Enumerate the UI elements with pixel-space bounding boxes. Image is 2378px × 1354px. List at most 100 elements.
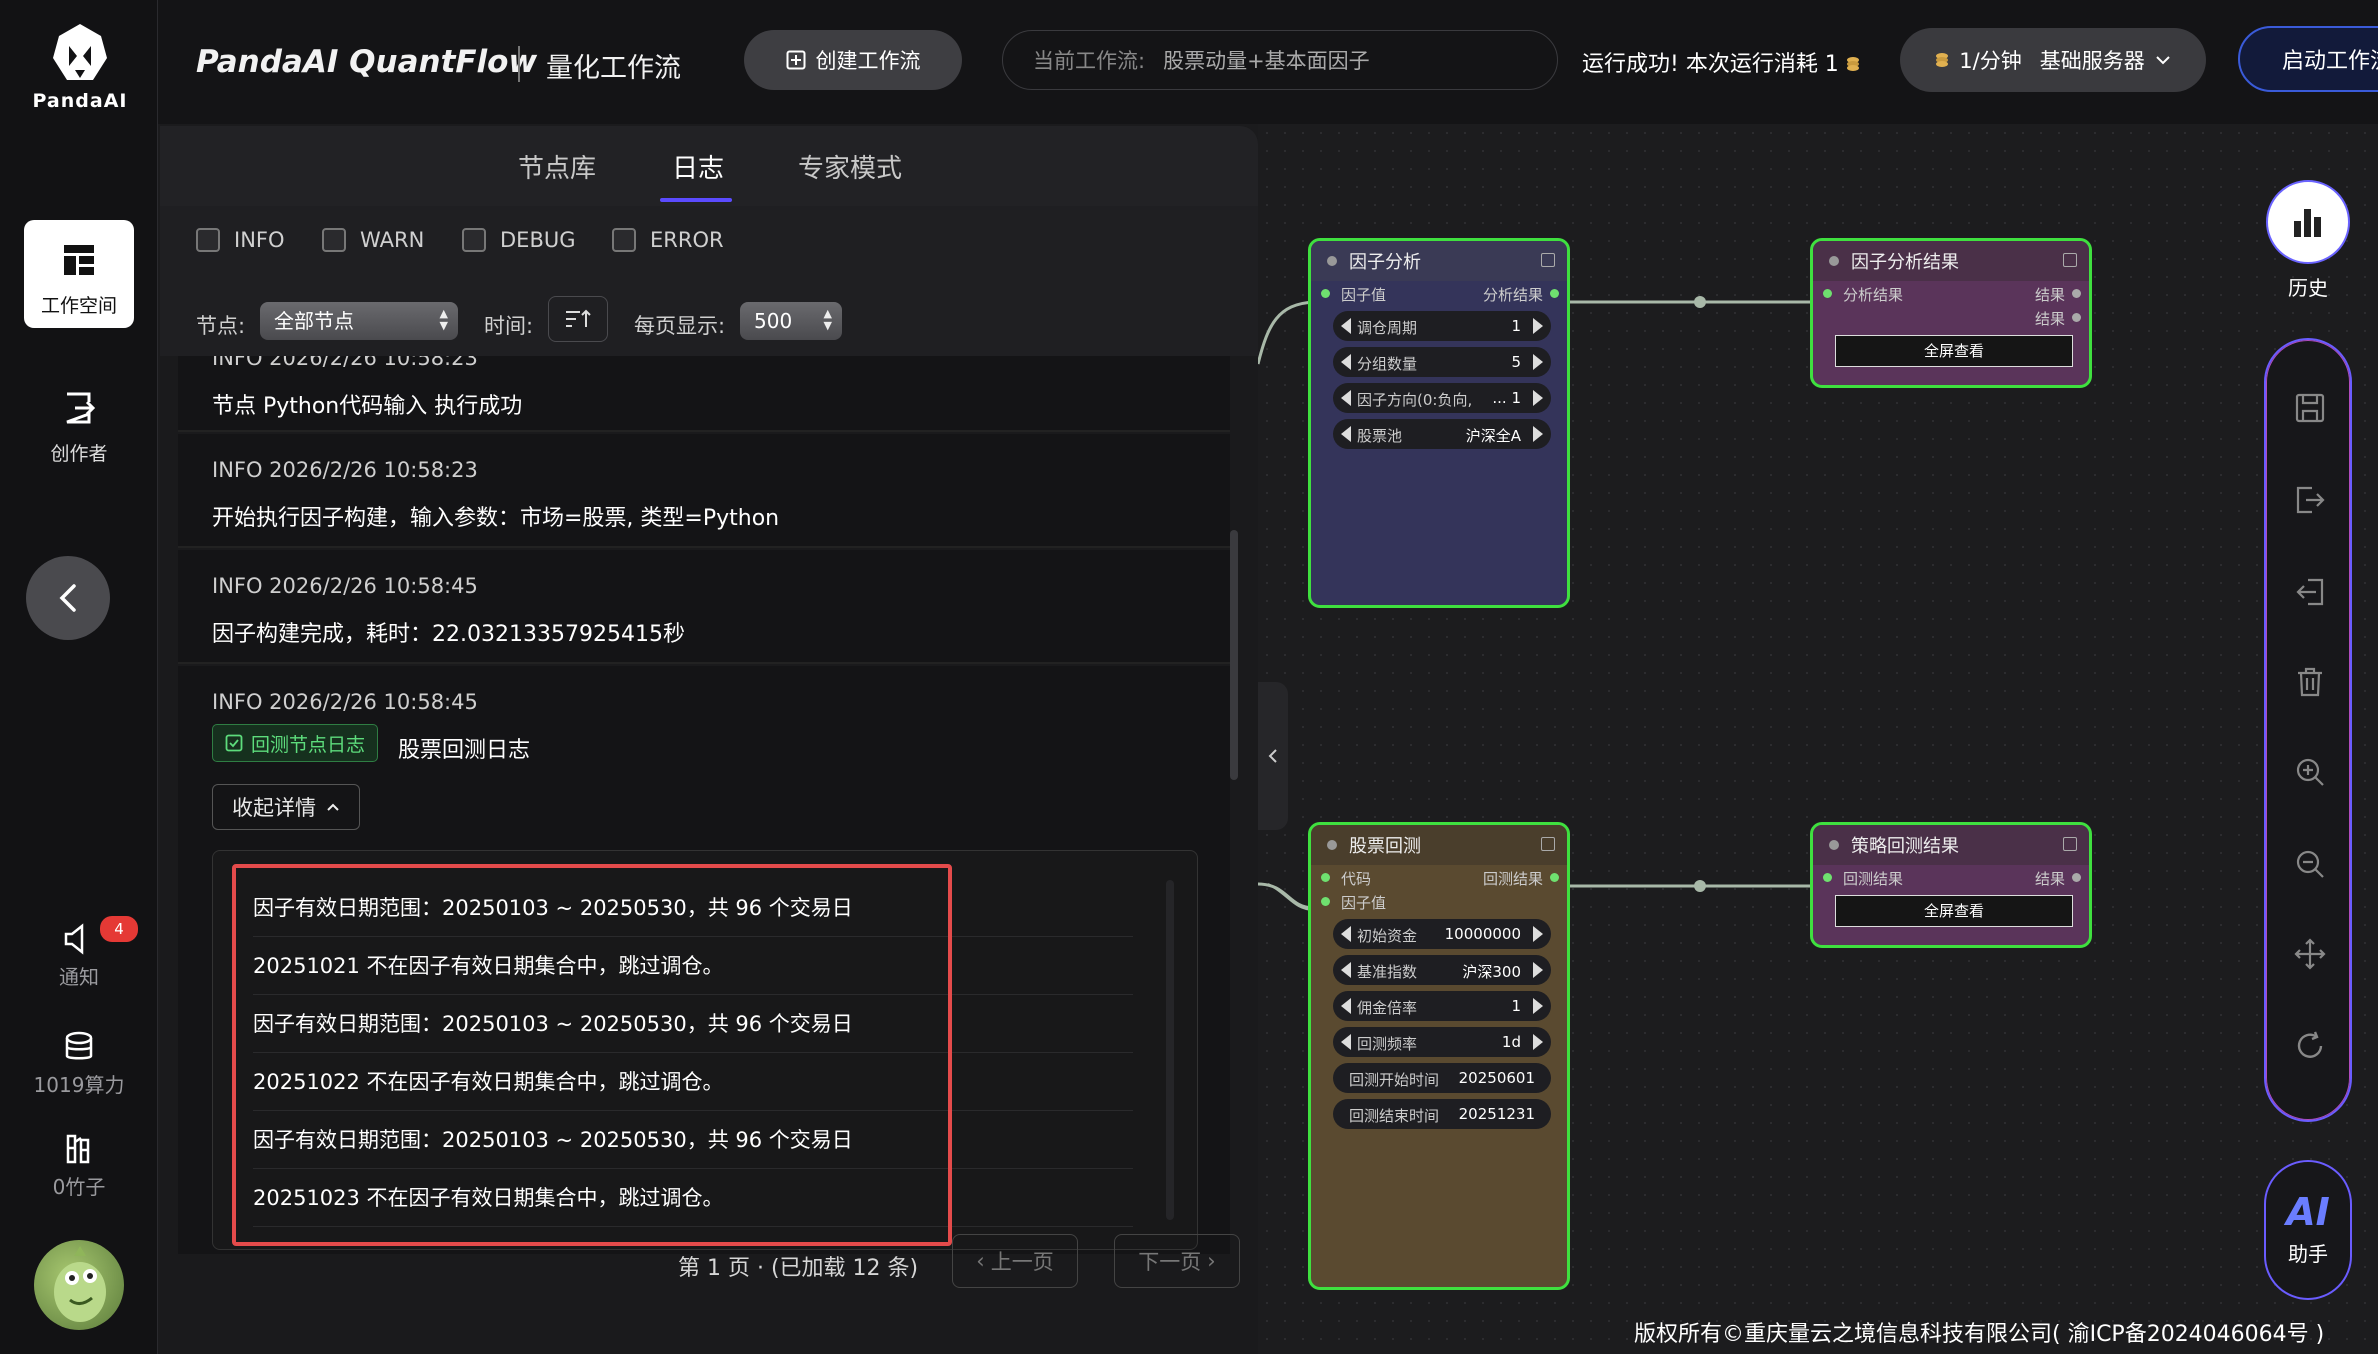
creator-icon (66, 392, 96, 424)
output-port[interactable] (2072, 873, 2081, 882)
per-page-select[interactable]: 500 ▲ ▼ (740, 302, 842, 340)
log-meta: INFO 2026/2/26 10:58:23 (212, 356, 478, 370)
sidebar-item-bamboo[interactable]: 0竹子 (20, 1132, 138, 1200)
edit-icon[interactable] (1541, 837, 1555, 851)
decrement-icon[interactable] (1341, 962, 1351, 978)
increment-icon[interactable] (1533, 318, 1543, 334)
input-port[interactable] (1321, 873, 1330, 882)
sidebar-item-creator[interactable]: 创作者 (24, 390, 134, 466)
param-frequency[interactable]: 回测频率 1d (1333, 1027, 1551, 1057)
decrement-icon[interactable] (1341, 1034, 1351, 1050)
server-selector[interactable]: 1/分钟 基础服务器 (1900, 28, 2206, 92)
decrement-icon[interactable] (1341, 426, 1351, 442)
input-port[interactable] (1321, 289, 1330, 298)
input-port[interactable] (1823, 289, 1832, 298)
import-icon[interactable] (2294, 576, 2326, 608)
filter-warn-checkbox[interactable]: WARN (322, 228, 424, 252)
param-end-date[interactable]: 回测结束时间 20251231 (1333, 1099, 1551, 1129)
start-workflow-button[interactable]: 启动工作流 (2238, 26, 2378, 92)
ai-assistant-button[interactable]: AI 助手 (2264, 1160, 2352, 1300)
decrement-icon[interactable] (1341, 926, 1351, 942)
detail-scrollbar[interactable] (1166, 880, 1174, 1220)
increment-icon[interactable] (1533, 390, 1543, 406)
create-workflow-button[interactable]: 创建工作流 (744, 30, 962, 90)
refresh-icon[interactable] (2294, 1030, 2326, 1062)
param-commission[interactable]: 佣金倍率 1 (1333, 991, 1551, 1021)
check-square-icon (225, 734, 243, 752)
tab-logs[interactable]: 日志 (672, 148, 724, 185)
workflow-canvas[interactable]: 因子分析 因子值 分析结果 调仓周期 1 分组数量 5 因子方向(0:负向, ... … (1258, 124, 2378, 1354)
param-group-count[interactable]: 分组数量 5 (1333, 347, 1551, 377)
ai-logo: AI (2286, 1190, 2330, 1234)
fullscreen-view-button[interactable]: 全屏查看 (1835, 895, 2073, 927)
export-icon[interactable] (2294, 484, 2326, 516)
param-start-date[interactable]: 回测开始时间 20250601 (1333, 1063, 1551, 1093)
node-header: 因子分析结果 (1813, 241, 2089, 281)
edit-icon[interactable] (2063, 253, 2077, 267)
output-port[interactable] (1550, 873, 1559, 882)
sidebar-item-workspace[interactable]: 工作空间 (24, 220, 134, 328)
node-factor-analysis[interactable]: 因子分析 因子值 分析结果 调仓周期 1 分组数量 5 因子方向(0:负向, ... … (1308, 238, 1570, 608)
increment-icon[interactable] (1533, 1034, 1543, 1050)
node-body: 因子值 分析结果 调仓周期 1 分组数量 5 因子方向(0:负向, ... 1 股票池… (1311, 281, 1567, 449)
param-initial-capital[interactable]: 初始资金 10000000 (1333, 919, 1551, 949)
param-benchmark[interactable]: 基准指数 沪深300 (1333, 955, 1551, 985)
collapse-panel-button[interactable] (1258, 682, 1288, 830)
save-icon[interactable] (2294, 392, 2326, 424)
collapse-details-button[interactable]: 收起详情 (212, 784, 360, 830)
sidebar-item-notify[interactable]: 4 通知 (20, 916, 138, 990)
tab-expert-mode[interactable]: 专家模式 (798, 148, 902, 185)
prev-page-button[interactable]: ‹ 上一页 (952, 1234, 1078, 1288)
output-port[interactable] (1550, 289, 1559, 298)
brand-divider (518, 46, 520, 82)
current-workflow-field[interactable]: 当前工作流: 股票动量+基本面因子 (1002, 30, 1558, 90)
node-factor-result[interactable]: 因子分析结果 分析结果 结果 结果 全屏查看 (1810, 238, 2092, 388)
ai-assistant-label: 助手 (2288, 1242, 2328, 1266)
param-rebalance-period[interactable]: 调仓周期 1 (1333, 311, 1551, 341)
input-port[interactable] (1823, 873, 1832, 882)
decrement-icon[interactable] (1341, 998, 1351, 1014)
param-name: 回测频率 (1357, 1035, 1418, 1053)
panda-logo[interactable]: PandaAI (30, 22, 130, 112)
history-label: 历史 (2288, 276, 2328, 300)
trash-icon[interactable] (2294, 666, 2326, 698)
output-port[interactable] (2072, 289, 2081, 298)
node-stock-backtest[interactable]: 股票回测 代码 回测结果 因子值 初始资金 10000000 基准指数 沪深300 … (1308, 822, 1570, 1290)
filter-info-checkbox[interactable]: INFO (196, 228, 285, 252)
fullscreen-view-button[interactable]: 全屏查看 (1835, 335, 2073, 367)
tab-node-library[interactable]: 节点库 (518, 148, 596, 185)
avatar[interactable] (34, 1240, 124, 1330)
filter-error-checkbox[interactable]: ERROR (612, 228, 724, 252)
output-port[interactable] (2072, 313, 2081, 322)
increment-icon[interactable] (1533, 998, 1543, 1014)
node-select[interactable]: 全部节点 ▲ ▼ (260, 302, 458, 340)
increment-icon[interactable] (1533, 426, 1543, 442)
node-header: 策略回测结果 (1813, 825, 2089, 865)
bamboo-icon (66, 1134, 90, 1164)
decrement-icon[interactable] (1341, 354, 1351, 370)
increment-icon[interactable] (1533, 926, 1543, 942)
move-icon[interactable] (2294, 938, 2326, 970)
history-button[interactable] (2266, 180, 2350, 264)
filter-debug-checkbox[interactable]: DEBUG (462, 228, 576, 252)
collapse-sidebar-button[interactable] (26, 556, 110, 640)
input-port-label: 代码 (1341, 870, 1372, 888)
param-stock-pool[interactable]: 股票池 沪深全A (1333, 419, 1551, 449)
edit-icon[interactable] (1541, 253, 1555, 267)
increment-icon[interactable] (1533, 962, 1543, 978)
decrement-icon[interactable] (1341, 318, 1351, 334)
increment-icon[interactable] (1533, 354, 1543, 370)
coin-icon (1846, 57, 1859, 71)
sidebar-item-compute[interactable]: 1019算力 (20, 1030, 138, 1098)
node-backtest-result[interactable]: 策略回测结果 回测结果 结果 全屏查看 (1810, 822, 2092, 948)
zoom-out-icon[interactable] (2294, 848, 2326, 880)
log-scrollbar[interactable] (1230, 530, 1238, 780)
edit-icon[interactable] (2063, 837, 2077, 851)
node-title: 因子分析 (1349, 252, 1421, 273)
zoom-in-icon[interactable] (2294, 756, 2326, 788)
next-page-button[interactable]: 下一页 › (1114, 1234, 1240, 1288)
time-sort-button[interactable] (548, 296, 608, 342)
input-port[interactable] (1321, 897, 1330, 906)
decrement-icon[interactable] (1341, 390, 1351, 406)
param-factor-direction[interactable]: 因子方向(0:负向, ... 1 (1333, 383, 1551, 413)
